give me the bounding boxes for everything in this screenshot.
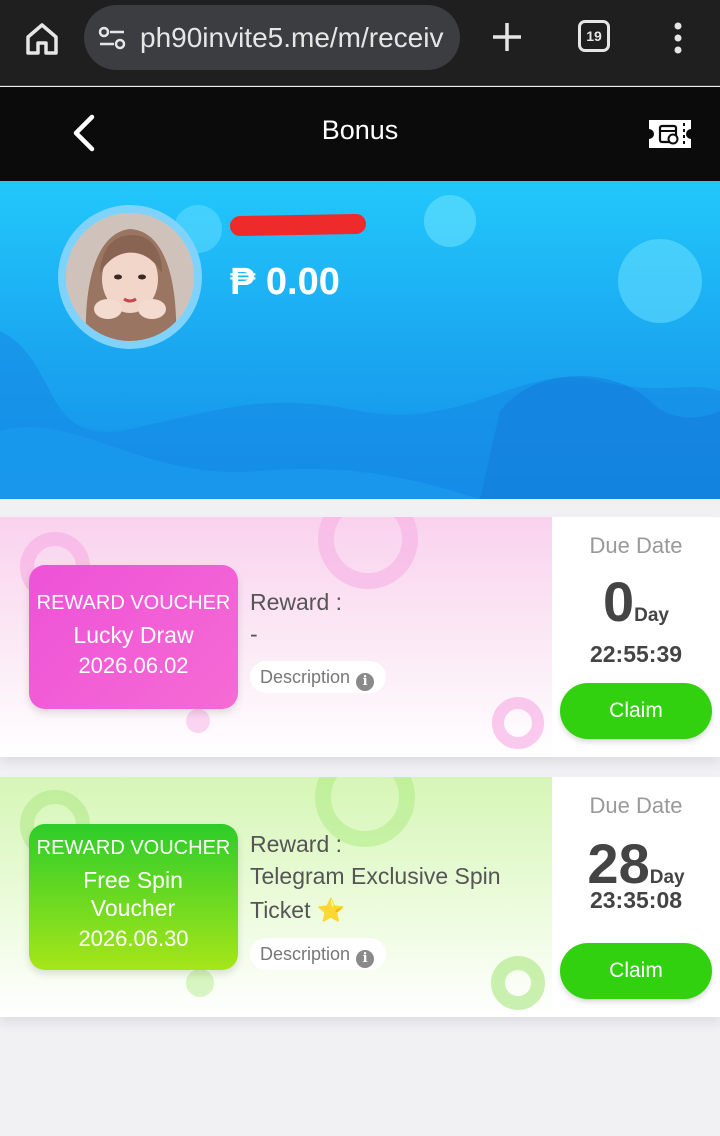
countdown-timer: 22:55:39 — [589, 641, 683, 667]
voucher-card-body: REWARD VOUCHER Free Spin Voucher 2026.06… — [0, 777, 552, 1017]
days-count: 28 — [587, 832, 650, 895]
days-remaining: 0Day — [552, 569, 720, 634]
reward-value: - — [250, 621, 258, 647]
voucher-type: REWARD VOUCHER — [36, 837, 231, 859]
description-button[interactable]: Description i — [250, 938, 387, 970]
avatar[interactable] — [58, 205, 202, 349]
ticket-icon[interactable] — [646, 117, 694, 151]
description-label: Description — [260, 944, 351, 964]
claim-button[interactable]: Claim — [560, 683, 712, 739]
days-count: 0 — [602, 570, 635, 633]
reward-label: Reward : — [250, 589, 343, 615]
reward-label: Reward : — [250, 831, 343, 857]
app-header: Bonus — [0, 87, 720, 181]
page-title: Bonus — [321, 115, 399, 145]
avatar-photo — [66, 213, 194, 341]
description-label: Description — [260, 667, 351, 687]
due-date-label: Due Date — [589, 533, 683, 558]
voucher-date: 2026.06.30 — [78, 926, 189, 951]
more-vert-icon[interactable] — [668, 18, 688, 58]
info-icon: i — [356, 673, 375, 691]
voucher-type: REWARD VOUCHER — [36, 592, 231, 614]
address-bar[interactable]: ph90invite5.me/m/receiv — [84, 5, 460, 70]
voucher-badge: REWARD VOUCHER Lucky Draw 2026.06.02 — [29, 565, 238, 709]
profile-banner: ₱ 0.00 — [0, 181, 720, 499]
claim-button[interactable]: Claim — [560, 943, 712, 999]
site-settings-icon[interactable] — [98, 25, 126, 51]
voucher-card: REWARD VOUCHER Lucky Draw 2026.06.02 Rew… — [0, 517, 720, 757]
due-date-panel: Due Date 0Day 22:55:39 Claim — [552, 517, 720, 757]
due-date-panel: Due Date 28Day 23:35:08 Claim — [552, 777, 720, 1017]
description-button[interactable]: Description i — [250, 661, 387, 693]
plus-icon[interactable] — [490, 20, 524, 54]
browser-toolbar: ph90invite5.me/m/receiv 19 — [0, 0, 720, 86]
voucher-badge: REWARD VOUCHER Free Spin Voucher 2026.06… — [29, 824, 238, 970]
voucher-card: REWARD VOUCHER Free Spin Voucher 2026.06… — [0, 777, 720, 1017]
reward-value: Telegram Exclusive Spin Ticket ⭐ — [250, 863, 501, 923]
info-icon: i — [356, 950, 375, 968]
countdown-timer: 23:35:08 — [589, 887, 683, 913]
voucher-name: Lucky Draw — [73, 622, 194, 648]
tab-switcher-icon[interactable]: 19 — [578, 20, 610, 52]
voucher-name: Free Spin Voucher — [83, 867, 183, 921]
username-redacted — [229, 213, 367, 237]
balance-amount: ₱ 0.00 — [230, 261, 340, 303]
day-unit: Day — [634, 605, 669, 626]
due-date-label: Due Date — [589, 793, 683, 818]
day-unit: Day — [649, 867, 685, 888]
voucher-card-body: REWARD VOUCHER Lucky Draw 2026.06.02 Rew… — [0, 517, 552, 757]
url-text[interactable]: ph90invite5.me/m/receiv — [140, 20, 460, 56]
home-icon[interactable] — [22, 19, 62, 59]
voucher-date: 2026.06.02 — [78, 653, 189, 678]
